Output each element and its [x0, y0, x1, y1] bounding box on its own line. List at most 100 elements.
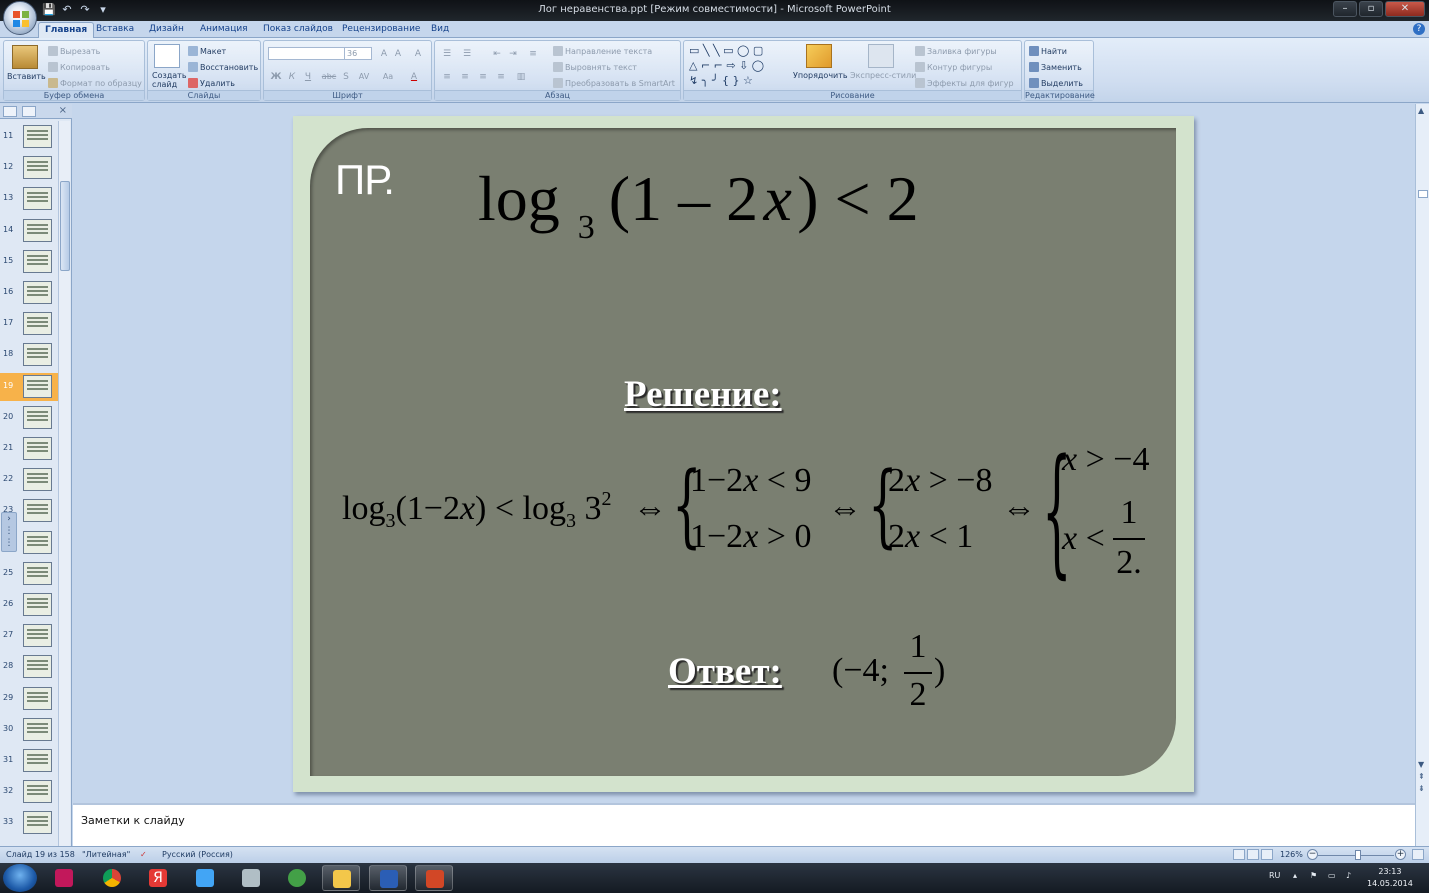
scroll-down-icon[interactable]: ▼ — [1418, 760, 1424, 769]
system2-line2[interactable]: 2x < 1 — [888, 518, 973, 556]
tab-slideshow[interactable]: Показ слайдов — [257, 22, 339, 38]
title-equation[interactable]: log 3 (1 – 2 x ) < 2 — [478, 162, 919, 246]
slide-thumbnail[interactable]: 33 — [0, 809, 58, 837]
system1-line1[interactable]: 1−2x < 9 — [690, 462, 811, 500]
taskbar-word[interactable] — [369, 865, 407, 891]
taskbar-tool[interactable] — [232, 865, 270, 891]
spacing-button[interactable]: AV — [356, 71, 372, 83]
numbering-icon[interactable]: ☰ — [461, 48, 473, 60]
slide-thumbnail[interactable]: 28 — [0, 653, 58, 681]
font-color-button[interactable]: A — [408, 71, 420, 83]
start-button[interactable] — [3, 864, 37, 892]
slide-thumbnail[interactable]: 27 — [0, 622, 58, 650]
quick-styles-button[interactable]: Экспресс-стили — [850, 71, 916, 81]
slide-thumbnail[interactable]: 25 — [0, 560, 58, 588]
smartart-button[interactable]: Преобразовать в SmartArt — [553, 78, 675, 89]
slide-thumbnail[interactable]: 15 — [0, 248, 58, 276]
help-icon[interactable]: ? — [1413, 23, 1425, 35]
slide-sorter-button[interactable] — [1247, 849, 1259, 860]
office-button[interactable] — [3, 1, 37, 35]
format-painter-button[interactable]: Формат по образцу — [48, 78, 142, 89]
vertical-scroll-thumb[interactable] — [1418, 190, 1428, 198]
replace-button[interactable]: Заменить — [1029, 62, 1082, 73]
slide-thumbnail[interactable]: 22 — [0, 466, 58, 494]
slide-thumbnail[interactable]: 18 — [0, 341, 58, 369]
input-language[interactable]: RU — [1269, 871, 1280, 880]
strike-button[interactable]: abc — [320, 71, 338, 83]
shrink-font-button[interactable]: A — [392, 48, 404, 60]
slide-thumbnail[interactable]: 14 — [0, 217, 58, 245]
system2-line1[interactable]: 2x > −8 — [888, 462, 992, 500]
clear-format-button[interactable]: A — [412, 48, 424, 60]
indent-icon[interactable]: ⇥ — [507, 48, 519, 60]
maximize-button[interactable]: ▫ — [1359, 1, 1383, 17]
zoom-level[interactable]: 126% — [1280, 850, 1303, 859]
zoom-slider-knob[interactable] — [1355, 850, 1361, 860]
arrange-button[interactable]: Упорядочить — [793, 71, 848, 81]
vertical-scrollbar[interactable]: ▲ ▼ ⇞ ⇟ — [1415, 104, 1429, 846]
taskbar-chrome[interactable] — [93, 865, 131, 891]
slide-thumbnail[interactable]: 17 — [0, 310, 58, 338]
clock[interactable]: 23:13 14.05.2014 — [1367, 866, 1413, 890]
action-center-icon[interactable]: ⚑ — [1310, 871, 1317, 880]
font-name-field[interactable] — [268, 47, 346, 60]
tab-animation[interactable]: Анимация — [194, 22, 254, 38]
shapes-gallery-row2[interactable]: △ ⌐ ⌐ ⇨ ⇩ ◯ — [689, 60, 764, 72]
shape-effects-button[interactable]: Эффекты для фигур — [915, 78, 1014, 89]
tab-home[interactable]: Главная — [38, 22, 95, 38]
minimize-button[interactable]: – — [1333, 1, 1357, 17]
underline-button[interactable]: Ч — [302, 71, 314, 83]
font-size-field[interactable]: 36 — [344, 47, 372, 60]
taskbar-powerpoint[interactable] — [415, 865, 453, 891]
line-spacing-icon[interactable]: ≡ — [527, 48, 539, 60]
shadow-button[interactable]: S — [340, 71, 352, 83]
notes-placeholder[interactable]: Заметки к слайду — [81, 814, 185, 827]
paste-button[interactable]: Вставить — [7, 72, 46, 82]
system3-line2[interactable]: x < — [1062, 520, 1105, 558]
network-icon[interactable]: ▭ — [1328, 871, 1336, 880]
answer-open[interactable]: (−4; — [832, 652, 889, 690]
volume-icon[interactable]: ♪ — [1346, 871, 1351, 880]
bullets-icon[interactable]: ☰ — [441, 48, 453, 60]
cut-button[interactable]: Вырезать — [48, 46, 100, 57]
solution-heading[interactable]: Решение: — [624, 373, 782, 416]
slide-thumbnail[interactable]: 26 — [0, 591, 58, 619]
slide-thumbnail[interactable]: 29 — [0, 685, 58, 713]
shapes-gallery-row3[interactable]: ↯ ╮ ╯ { } ☆ — [689, 75, 753, 87]
zoom-in-icon[interactable]: + — [1395, 849, 1406, 860]
tab-slides-thumbnails[interactable] — [3, 106, 17, 117]
slideshow-view-button[interactable] — [1261, 849, 1273, 860]
copy-button[interactable]: Копировать — [48, 62, 110, 73]
pane-scroll-thumb[interactable] — [60, 181, 70, 271]
slide-thumbnail[interactable]: 13 — [0, 185, 58, 213]
shape-fill-button[interactable]: Заливка фигуры — [915, 46, 997, 57]
pane-scrollbar[interactable] — [58, 121, 70, 846]
columns-icon[interactable]: ▥ — [515, 71, 527, 83]
taskbar-explorer[interactable] — [322, 865, 360, 891]
shapes-gallery[interactable]: ▭ ╲ ╲ ▭ ◯ ▢ — [689, 45, 763, 57]
align-right-icon[interactable]: ≡ — [477, 71, 489, 83]
normal-view-button[interactable] — [1233, 849, 1245, 860]
spellcheck-icon[interactable]: ✓ — [140, 850, 147, 859]
outdent-icon[interactable]: ⇤ — [491, 48, 503, 60]
fit-to-window-icon[interactable] — [1412, 849, 1424, 860]
taskbar-media[interactable] — [186, 865, 224, 891]
scroll-up-icon[interactable]: ▲ — [1418, 106, 1424, 115]
system1-line2[interactable]: 1−2x > 0 — [690, 518, 811, 556]
tab-outline[interactable] — [22, 106, 36, 117]
slide-thumbnail[interactable]: 32 — [0, 778, 58, 806]
delete-slide-button[interactable]: Удалить — [188, 78, 235, 89]
reset-button[interactable]: Восстановить — [188, 62, 258, 73]
next-slide-icon[interactable]: ⇟ — [1418, 784, 1425, 793]
language-status[interactable]: Русский (Россия) — [162, 850, 233, 859]
prev-slide-icon[interactable]: ⇞ — [1418, 772, 1425, 781]
slide-thumbnail[interactable]: 21 — [0, 435, 58, 463]
layout-button[interactable]: Макет — [188, 46, 226, 57]
tab-design[interactable]: Дизайн — [143, 22, 190, 38]
notes-pane[interactable]: Заметки к слайду — [73, 803, 1415, 846]
system3-line1[interactable]: x > −4 — [1062, 441, 1149, 479]
align-text-button[interactable]: Выровнять текст — [553, 62, 637, 73]
slide-thumbnail[interactable]: 11 — [0, 123, 58, 151]
slide-label[interactable]: ПР. — [335, 156, 395, 204]
select-button[interactable]: Выделить — [1029, 78, 1083, 89]
